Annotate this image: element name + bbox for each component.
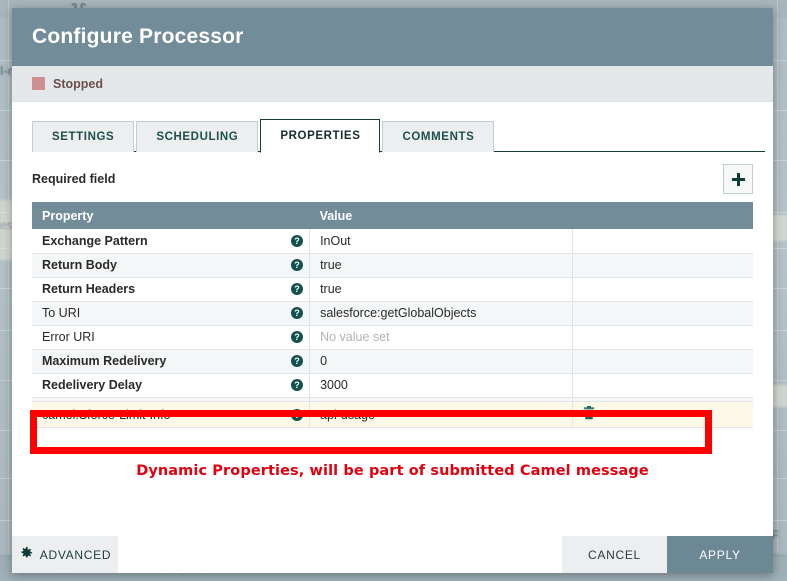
properties-table-container: Property Value Exchange Pattern ? InOut	[32, 202, 753, 401]
property-action-cell	[572, 325, 753, 350]
column-header-value: Value	[309, 202, 573, 229]
property-value-cell[interactable]: true	[309, 253, 573, 278]
table-row[interactable]: camel.Sforce-Limit-Info ? api-usage	[32, 401, 753, 428]
property-action-cell	[572, 229, 753, 254]
help-icon[interactable]: ?	[291, 307, 304, 319]
advanced-button-label: ADVANCED	[39, 547, 112, 562]
svg-text:?: ?	[294, 332, 300, 342]
properties-table-body: Exchange Pattern ? InOut Return Body ? t…	[32, 229, 753, 401]
background-grid-line	[8, 0, 9, 581]
property-name-cell: Maximum Redelivery ?	[32, 349, 310, 374]
property-name-cell: Exchange Pattern ?	[32, 229, 310, 254]
property-value-cell[interactable]: salesforce:getGlobalObjects	[309, 301, 573, 326]
property-value-cell[interactable]: 0	[309, 349, 573, 374]
footer-actions: CANCEL APPLY	[562, 536, 773, 573]
property-action-cell	[572, 253, 753, 278]
properties-table-clip: Property Value Exchange Pattern ? InOut	[32, 202, 753, 401]
help-icon[interactable]: ?	[291, 259, 304, 271]
required-field-row: Required field	[12, 152, 773, 194]
add-property-button[interactable]	[723, 164, 753, 194]
tab-properties[interactable]: PROPERTIES	[260, 119, 381, 153]
dynamic-property-name-text: camel.Sforce-Limit-Info	[42, 407, 171, 422]
help-icon[interactable]: ?	[291, 408, 304, 421]
background-grid-line	[777, 0, 778, 581]
column-header-actions	[572, 202, 753, 229]
cancel-button[interactable]: CANCEL	[562, 536, 667, 573]
svg-text:?: ?	[294, 236, 300, 246]
property-name-text: Return Body	[42, 258, 117, 272]
table-row[interactable]: Maximum Redelivery ? 0	[32, 349, 753, 374]
table-header-row: Property Value	[32, 202, 753, 229]
property-value-cell[interactable]: true	[309, 277, 573, 302]
help-icon[interactable]: ?	[291, 355, 304, 367]
svg-text:?: ?	[294, 284, 300, 294]
tab-bar-container: SETTINGS SCHEDULING PROPERTIES COMMENTS	[12, 102, 773, 153]
help-icon[interactable]: ?	[291, 234, 304, 247]
property-action-cell	[572, 277, 753, 302]
table-row[interactable]: Error URI ? No value set	[32, 325, 753, 350]
property-name-text: Error URI	[42, 330, 95, 344]
property-action-cell	[572, 301, 753, 326]
property-value-cell[interactable]: No value set	[309, 325, 573, 350]
properties-table: Property Value Exchange Pattern ? InOut	[32, 202, 753, 401]
tab-scheduling[interactable]: SCHEDULING	[136, 121, 259, 152]
property-action-cell	[572, 349, 753, 374]
property-name-cell: Return Headers ?	[32, 277, 310, 302]
dynamic-properties-table: camel.Sforce-Limit-Info ? api-usage	[32, 401, 753, 428]
dynamic-property-name-cell: camel.Sforce-Limit-Info ?	[32, 401, 310, 428]
advanced-button[interactable]: ADVANCED	[12, 536, 118, 573]
column-header-property: Property	[32, 202, 310, 229]
property-name-text: Redelivery Delay	[42, 378, 143, 392]
configure-processor-dialog: Configure Processor Stopped SETTINGS SCH…	[12, 8, 773, 573]
tab-comments[interactable]: COMMENTS	[382, 121, 495, 152]
property-name-cell: Redelivery Delay ?	[32, 373, 310, 398]
help-icon[interactable]: ?	[291, 331, 304, 343]
table-row[interactable]: Return Headers ? true	[32, 277, 753, 302]
dialog-footer: ADVANCED CANCEL APPLY	[12, 536, 773, 573]
table-row[interactable]: Redelivery Delay ? 3000	[32, 373, 753, 398]
tab-settings[interactable]: SETTINGS	[32, 121, 135, 152]
table-row[interactable]: To URI ? salesforce:getGlobalObjects	[32, 301, 753, 326]
help-icon[interactable]: ?	[291, 379, 304, 391]
svg-text:?: ?	[294, 410, 300, 420]
apply-button[interactable]: APPLY	[667, 536, 773, 573]
dynamic-property-action-cell	[572, 401, 753, 428]
tab-bar: SETTINGS SCHEDULING PROPERTIES COMMENTS	[32, 119, 773, 153]
help-icon[interactable]: ?	[291, 283, 304, 295]
svg-text:?: ?	[294, 356, 300, 366]
property-value-cell[interactable]: 3000	[309, 373, 573, 398]
svg-text:?: ?	[294, 260, 300, 270]
trash-icon[interactable]	[583, 406, 595, 420]
property-name-text: Maximum Redelivery	[42, 354, 167, 368]
page-title: Configure Processor	[32, 25, 244, 48]
property-name-cell: Error URI ?	[32, 325, 310, 350]
gear-icon	[19, 546, 33, 563]
dialog-header: Configure Processor	[12, 8, 773, 66]
processor-status-bar: Stopped	[12, 66, 773, 102]
dynamic-property-container: camel.Sforce-Limit-Info ? api-usage	[32, 401, 753, 428]
svg-text:?: ?	[294, 380, 300, 390]
status-badge: Stopped	[53, 76, 103, 91]
svg-text:?: ?	[294, 308, 300, 318]
table-row[interactable]: Exchange Pattern ? InOut	[32, 229, 753, 254]
property-name-text: Exchange Pattern	[42, 233, 148, 248]
property-action-cell	[572, 373, 753, 398]
plus-icon	[731, 172, 746, 187]
required-field-label: Required field	[32, 172, 116, 186]
property-name-text: To URI	[42, 306, 81, 320]
dynamic-property-value-cell[interactable]: api-usage	[309, 401, 573, 428]
property-name-text: Return Headers	[42, 282, 136, 296]
property-name-cell: Return Body ?	[32, 253, 310, 278]
annotation-text: Dynamic Properties, will be part of subm…	[136, 463, 649, 479]
status-indicator-icon	[32, 77, 45, 90]
property-value-cell[interactable]: InOut	[309, 229, 573, 254]
table-row[interactable]: Return Body ? true	[32, 253, 753, 278]
property-name-cell: To URI ?	[32, 301, 310, 326]
properties-table-head: Property Value	[32, 202, 753, 229]
